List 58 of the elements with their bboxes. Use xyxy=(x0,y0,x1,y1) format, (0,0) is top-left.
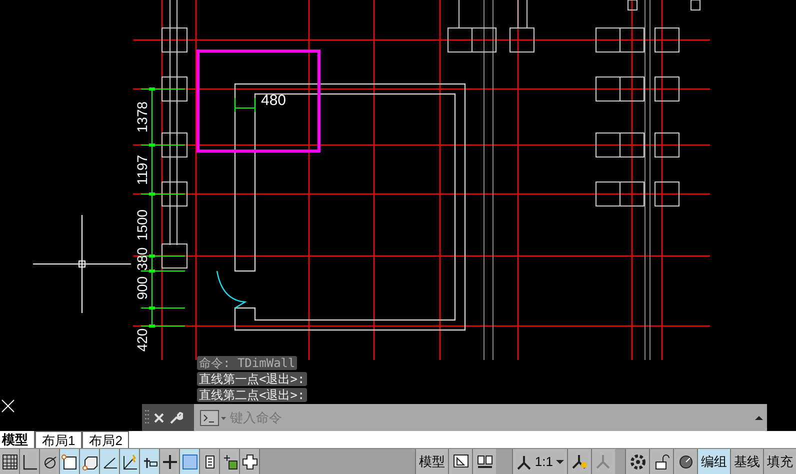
dimension-text: 1500 xyxy=(134,209,150,241)
viewports-button[interactable] xyxy=(472,449,496,474)
status-toggle-button[interactable] xyxy=(100,449,120,474)
layout-tab[interactable]: 模型 xyxy=(0,431,35,448)
status-toggle-button[interactable] xyxy=(160,449,180,474)
dimension-text: 900 xyxy=(134,276,150,300)
annotation-icon xyxy=(595,452,612,470)
settings-icon xyxy=(629,452,646,470)
layout-tab[interactable]: 布局2 xyxy=(82,431,130,448)
status-toggle-button[interactable] xyxy=(0,449,20,474)
status-button[interactable]: 填充 xyxy=(763,449,796,474)
status-toggle-button[interactable] xyxy=(180,449,200,474)
caret-icon xyxy=(556,458,564,464)
annotation-sun-icon xyxy=(571,452,588,470)
dimension-text: 480 xyxy=(261,92,286,109)
layout-button[interactable] xyxy=(448,449,472,474)
gauge-icon xyxy=(677,452,694,470)
ucs-icon xyxy=(2,400,14,412)
plus-icon xyxy=(160,452,178,470)
scale-text: 1:1 xyxy=(534,452,553,471)
status-toggle-button[interactable] xyxy=(220,449,240,474)
status-toggle-button[interactable] xyxy=(240,449,260,474)
close-icon[interactable] xyxy=(154,412,164,422)
status-toggle-button[interactable] xyxy=(200,449,220,474)
prompt-icon[interactable] xyxy=(200,410,226,426)
caret-icon[interactable] xyxy=(755,414,763,420)
status-toggle-button[interactable] xyxy=(120,449,140,474)
status-toggle-button[interactable] xyxy=(80,449,100,474)
cross-icon xyxy=(240,452,258,470)
layout-tab[interactable]: 布局1 xyxy=(35,431,82,448)
status-button[interactable]: 基线 xyxy=(730,449,763,474)
object-snap-icon xyxy=(60,452,78,470)
transparency-icon xyxy=(180,452,198,470)
status-toggle-button[interactable] xyxy=(40,449,60,474)
status-button[interactable]: 编组 xyxy=(697,449,730,474)
dimension-text: 380 xyxy=(134,247,150,271)
padlock-icon xyxy=(653,452,670,470)
dimension-text: 1197 xyxy=(134,154,150,186)
viewports-icon xyxy=(476,452,493,470)
model-space-button[interactable]: 模型 xyxy=(414,449,448,474)
annotation-visibility-button[interactable] xyxy=(567,449,591,474)
status-toggle-button[interactable] xyxy=(140,449,160,474)
settings-button[interactable] xyxy=(625,449,649,474)
dimension-text: 420 xyxy=(134,328,150,352)
status-toggle-button[interactable] xyxy=(60,449,80,474)
dimension-text: 1378 xyxy=(134,101,150,133)
annotation-scale-button[interactable]: 1:1 xyxy=(512,449,567,474)
axis-spark-icon xyxy=(120,452,138,470)
grid-icon xyxy=(0,452,18,470)
hardware-acceleration-button[interactable] xyxy=(673,449,697,474)
wrench-icon[interactable] xyxy=(169,410,183,424)
grip-icon[interactable] xyxy=(145,410,149,426)
door-arc xyxy=(216,270,246,309)
ortho-icon xyxy=(20,452,38,470)
layout-icon xyxy=(452,452,469,470)
lock-button[interactable] xyxy=(649,449,673,474)
status-toggle-button[interactable] xyxy=(20,449,40,474)
annotation-icon xyxy=(516,454,532,470)
